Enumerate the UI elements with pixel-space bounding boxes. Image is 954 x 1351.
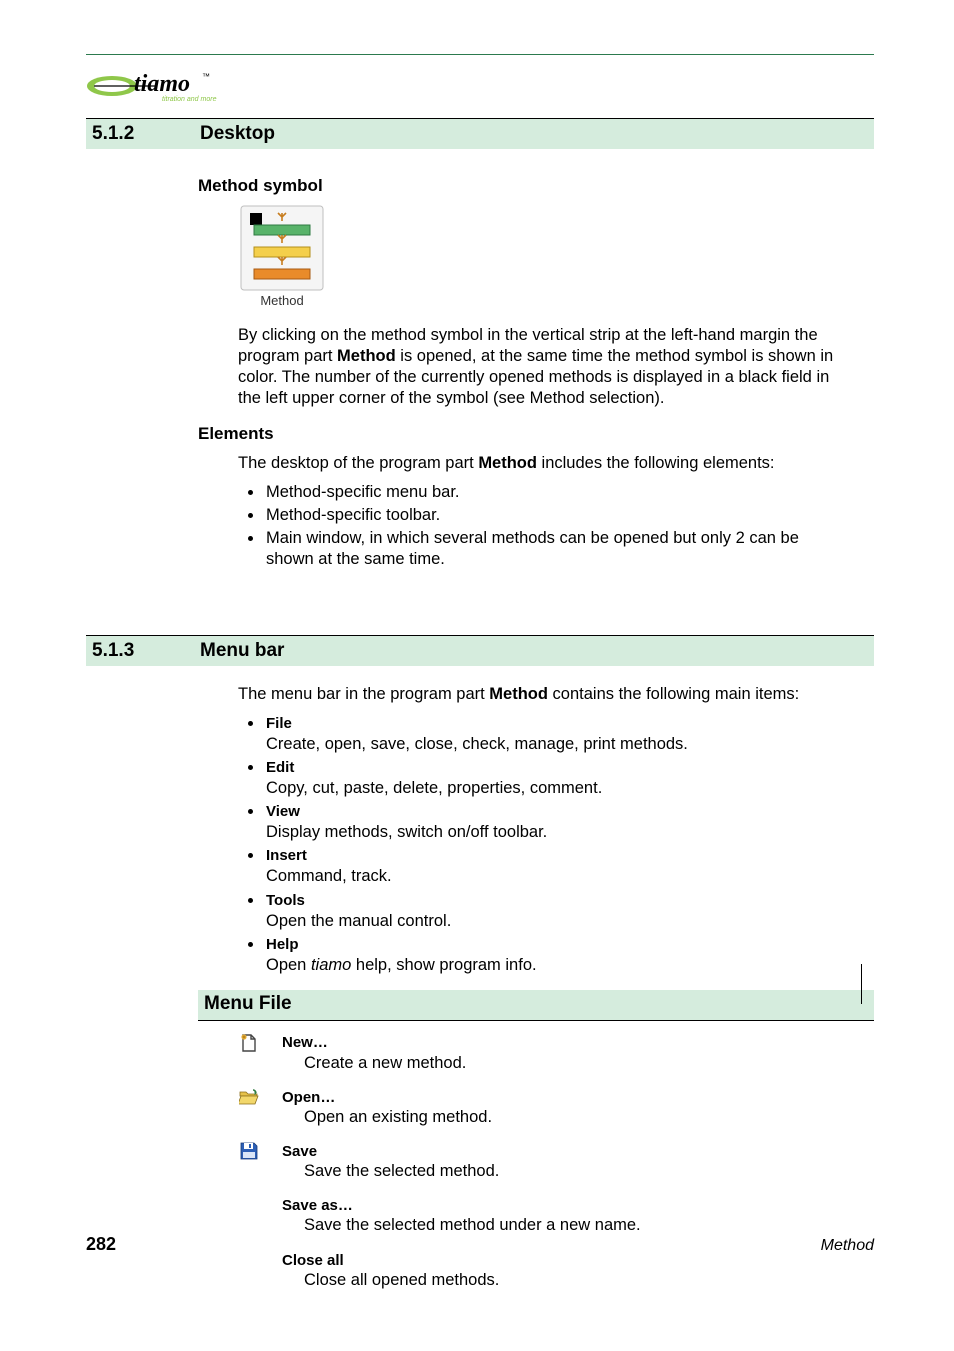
section-number: 5.1.3 (92, 640, 200, 662)
file-menu-item-close-all: Close all Close all opened methods. (282, 1251, 874, 1291)
list-item: Main window, in which several methods ca… (264, 528, 834, 570)
new-file-icon (238, 1033, 260, 1053)
list-item: Edit Copy, cut, paste, delete, propertie… (264, 757, 834, 799)
page-footer: 282 Method (86, 1234, 874, 1255)
svg-text:titration and more: titration and more (162, 96, 217, 103)
list-item: Tools Open the manual control. (264, 890, 834, 932)
elements-list: Method-specific menu bar. Method-specifi… (264, 482, 834, 570)
top-border-rule (86, 54, 874, 55)
brand-logo: tiamo ™ titration and more (86, 65, 874, 112)
list-item: Insert Command, track. (264, 845, 834, 887)
page-number: 282 (86, 1234, 116, 1255)
save-floppy-icon (238, 1142, 260, 1162)
elements-intro: The desktop of the program part Method i… (238, 453, 834, 474)
section-heading-5-1-3: 5.1.3 Menu bar (86, 635, 874, 666)
method-symbol-heading: Method symbol (198, 175, 874, 197)
section-heading-5-1-2: 5.1.2 Desktop (86, 118, 874, 149)
footer-part: Method (821, 1237, 874, 1255)
file-menu-item-open: Open… Open an existing method. (282, 1088, 874, 1128)
menubar-intro: The menu bar in the program part Method … (238, 684, 834, 705)
section-number: 5.1.2 (92, 123, 200, 145)
elements-heading: Elements (198, 423, 874, 445)
list-item: Method-specific menu bar. (264, 482, 834, 503)
list-item: Help Open tiamo help, show program info. (264, 934, 834, 976)
no-icon (238, 1196, 260, 1216)
svg-text:Method: Method (260, 293, 303, 308)
file-menu-item-save-as: Save as… Save the selected method under … (282, 1196, 874, 1236)
svg-text:tiamo: tiamo (134, 71, 190, 97)
method-symbol-description: By clicking on the method symbol in the … (238, 325, 834, 409)
list-item: View Display methods, switch on/off tool… (264, 801, 834, 843)
file-menu-item-save: Save Save the selected method. (282, 1142, 874, 1182)
method-symbol-image: Method (240, 205, 874, 315)
tiamo-logo-icon: tiamo ™ titration and more (86, 65, 226, 107)
section-title: Menu bar (200, 640, 284, 662)
menu-file-heading: Menu File (198, 990, 874, 1021)
open-folder-icon (238, 1088, 260, 1108)
revision-bar (861, 964, 863, 1004)
svg-text:™: ™ (202, 72, 210, 81)
file-menu-item-new: New… Create a new method. (282, 1033, 874, 1073)
list-item: File Create, open, save, close, check, m… (264, 713, 834, 755)
section-title: Desktop (200, 123, 275, 145)
list-item: Method-specific toolbar. (264, 505, 834, 526)
menubar-list: File Create, open, save, close, check, m… (264, 713, 834, 976)
